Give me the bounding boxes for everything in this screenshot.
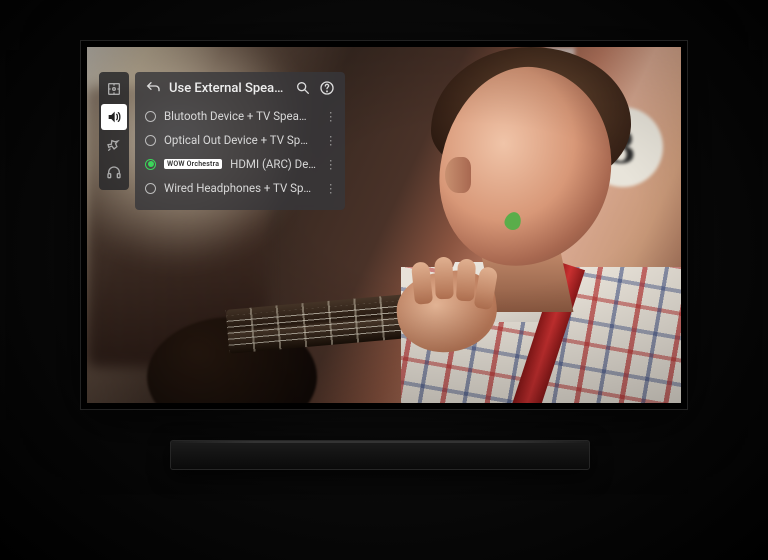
tv-frame: Use External Speak… Blutooth Device + TV… [80,40,688,410]
panel-title: Use External Speak… [169,81,287,96]
more-options-icon[interactable]: ⋮ [325,133,335,147]
settings-osd: Use External Speak… Blutooth Device + TV… [99,72,345,210]
soundbar-device [170,440,590,470]
rail-support-icon[interactable] [101,160,127,186]
option-label: HDMI (ARC) Devi… [230,157,317,171]
search-icon[interactable] [295,80,311,96]
rail-general-icon[interactable] [101,132,127,158]
wow-orchestra-badge: WOW Orchestra [164,159,222,169]
more-options-icon[interactable]: ⋮ [325,181,335,195]
radio-icon [145,159,156,170]
radio-icon [145,183,156,194]
tv-screen: Use External Speak… Blutooth Device + TV… [87,47,681,403]
sound-output-option[interactable]: Wired Headphones + TV Sp… ⋮ [145,176,335,200]
option-label: Optical Out Device + TV Sp… [164,133,317,147]
sound-output-option[interactable]: WOW Orchestra HDMI (ARC) Devi… ⋮ [145,152,335,176]
help-icon[interactable] [319,80,335,96]
option-label: Blutooth Device + TV Spea… [164,109,317,123]
sound-output-option[interactable]: Optical Out Device + TV Sp… ⋮ [145,128,335,152]
option-list: Blutooth Device + TV Spea…⋮Optical Out D… [145,104,335,200]
option-label: Wired Headphones + TV Sp… [164,181,317,195]
rail-sound-icon[interactable] [101,104,127,130]
rail-picture-icon[interactable] [101,76,127,102]
sound-output-option[interactable]: Blutooth Device + TV Spea… ⋮ [145,104,335,128]
more-options-icon[interactable]: ⋮ [325,157,335,171]
radio-icon [145,111,156,122]
settings-category-rail [99,72,129,190]
radio-icon [145,135,156,146]
sound-output-panel: Use External Speak… Blutooth Device + TV… [135,72,345,210]
back-icon[interactable] [145,80,161,96]
more-options-icon[interactable]: ⋮ [325,109,335,123]
